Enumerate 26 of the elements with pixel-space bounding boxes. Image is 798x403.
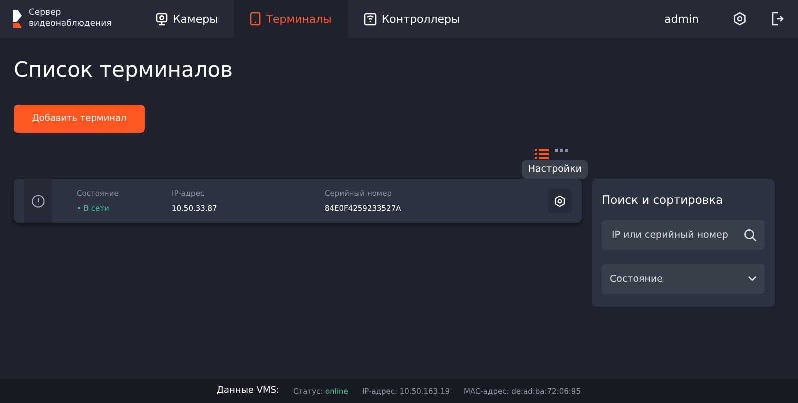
user-name: admin (664, 12, 700, 28)
logo-icon (12, 9, 23, 29)
panel-title: Поиск и сортировка (602, 193, 724, 207)
grid-view-icon (555, 149, 568, 152)
camera-icon (156, 12, 168, 26)
list-view-button[interactable] (535, 149, 549, 159)
controller-icon (364, 12, 377, 26)
nav-tab[interactable]: Контроллеры (348, 0, 476, 38)
list-view-icon (535, 149, 549, 159)
alert-icon (32, 194, 44, 208)
settings-icon (554, 194, 566, 208)
logo-text: Сервер видеонаблюдения (29, 8, 113, 30)
page-title: Список терминалов (14, 58, 234, 84)
settings-icon (733, 12, 747, 26)
search-field[interactable]: IP или серийный номер (610, 228, 744, 242)
footer-label: Данные VMS: (217, 386, 280, 396)
logout-icon (771, 12, 784, 26)
tablet-icon (250, 12, 262, 26)
nav-tab[interactable]: Камеры (140, 0, 234, 38)
chevron-icon (748, 276, 757, 282)
nav-tab[interactable]: Терминалы (234, 0, 348, 38)
state-dropdown[interactable]: Состояние (602, 264, 765, 294)
tooltip: Настройки (522, 160, 588, 179)
search-box[interactable]: IP или серийный номер (602, 220, 765, 250)
search-icon (744, 228, 757, 242)
settings-button[interactable] (548, 189, 572, 213)
